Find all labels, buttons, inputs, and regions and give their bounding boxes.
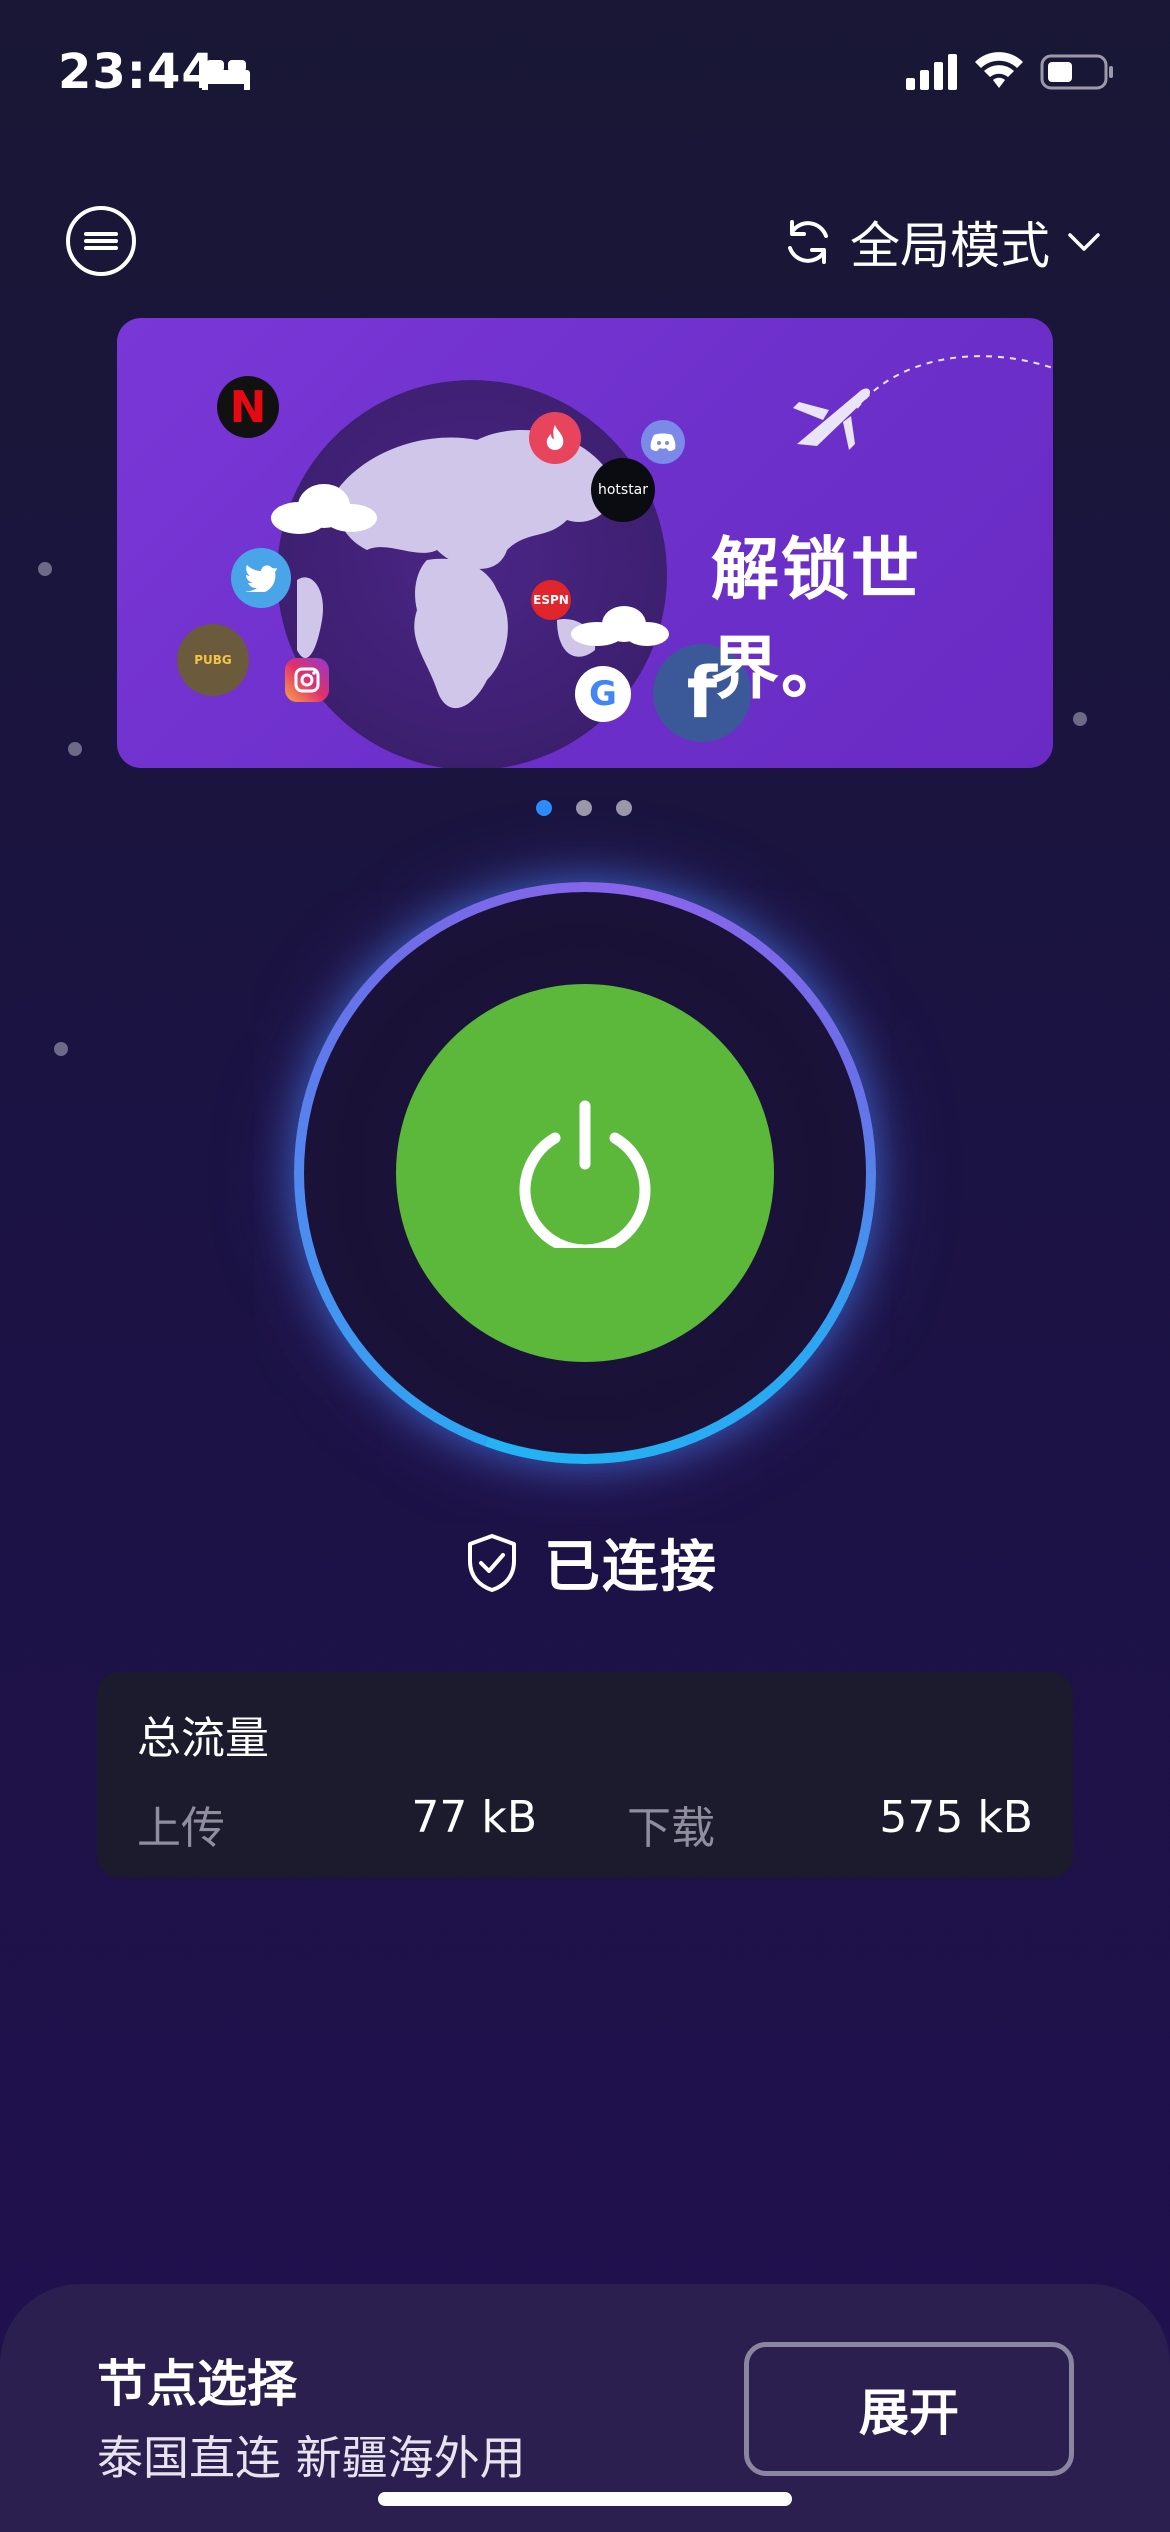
- discord-logo: [641, 420, 685, 464]
- upload-label: 上传: [137, 1803, 225, 1854]
- instagram-logo: [285, 658, 329, 702]
- status-time: 23:44: [58, 44, 216, 100]
- flight-path: [857, 355, 1053, 409]
- menu-button[interactable]: [66, 206, 136, 276]
- battery-icon: [1040, 54, 1113, 90]
- pager-dot[interactable]: [576, 800, 592, 816]
- espn-logo: ESPN: [531, 580, 571, 620]
- selected-node[interactable]: 泰国直连 新疆海外用: [97, 2422, 526, 2488]
- upload-value: 77 kB: [411, 1792, 537, 1843]
- netflix-logo: N: [217, 376, 279, 438]
- wifi-icon: [975, 52, 1023, 88]
- decor-dot: [38, 562, 52, 576]
- hotstar-logo: hotstar: [591, 458, 655, 522]
- tinder-logo: [529, 412, 581, 464]
- home-indicator[interactable]: [378, 2492, 792, 2506]
- expand-button[interactable]: 展开: [744, 2342, 1074, 2476]
- status-text: 已连接: [544, 1535, 718, 1600]
- banner-pagination: [536, 800, 632, 816]
- connection-status: 已连接: [466, 1522, 718, 1603]
- bed-icon: [202, 60, 250, 90]
- pager-dot[interactable]: [616, 800, 632, 816]
- decor-dot: [1073, 712, 1087, 726]
- google-logo: G: [575, 666, 631, 722]
- menu-icon: [84, 229, 118, 253]
- pager-dot-active[interactable]: [536, 800, 552, 816]
- download-value: 575 kB: [879, 1792, 1033, 1843]
- traffic-card: 总流量 上传 77 kB 下载 575 kB: [97, 1672, 1073, 1878]
- banner-title: 解锁世界。: [711, 531, 922, 709]
- refresh-icon: [788, 220, 828, 264]
- shield-check-icon: [468, 1533, 516, 1592]
- pubg-logo: PUBG: [177, 624, 249, 696]
- twitter-logo: [231, 548, 291, 608]
- signal-icon: [906, 54, 957, 90]
- power-icon: [519, 1100, 651, 1248]
- traffic-title: 总流量: [137, 1713, 269, 1764]
- decor-dot: [68, 742, 82, 756]
- node-title: 节点选择: [97, 2355, 297, 2413]
- power-button[interactable]: [396, 984, 774, 1362]
- download-label: 下载: [627, 1803, 715, 1854]
- mode-selector[interactable]: 全局模式: [780, 206, 1104, 278]
- decor-dot: [54, 1042, 68, 1056]
- promo-banner[interactable]: N PUBG hotstar ESPN G f 解锁世界。: [117, 318, 1053, 768]
- chevron-down-icon: [1068, 233, 1100, 251]
- mode-label: 全局模式: [850, 217, 1050, 275]
- cloud-illustration: [571, 606, 669, 646]
- cloud-illustration: [271, 484, 377, 534]
